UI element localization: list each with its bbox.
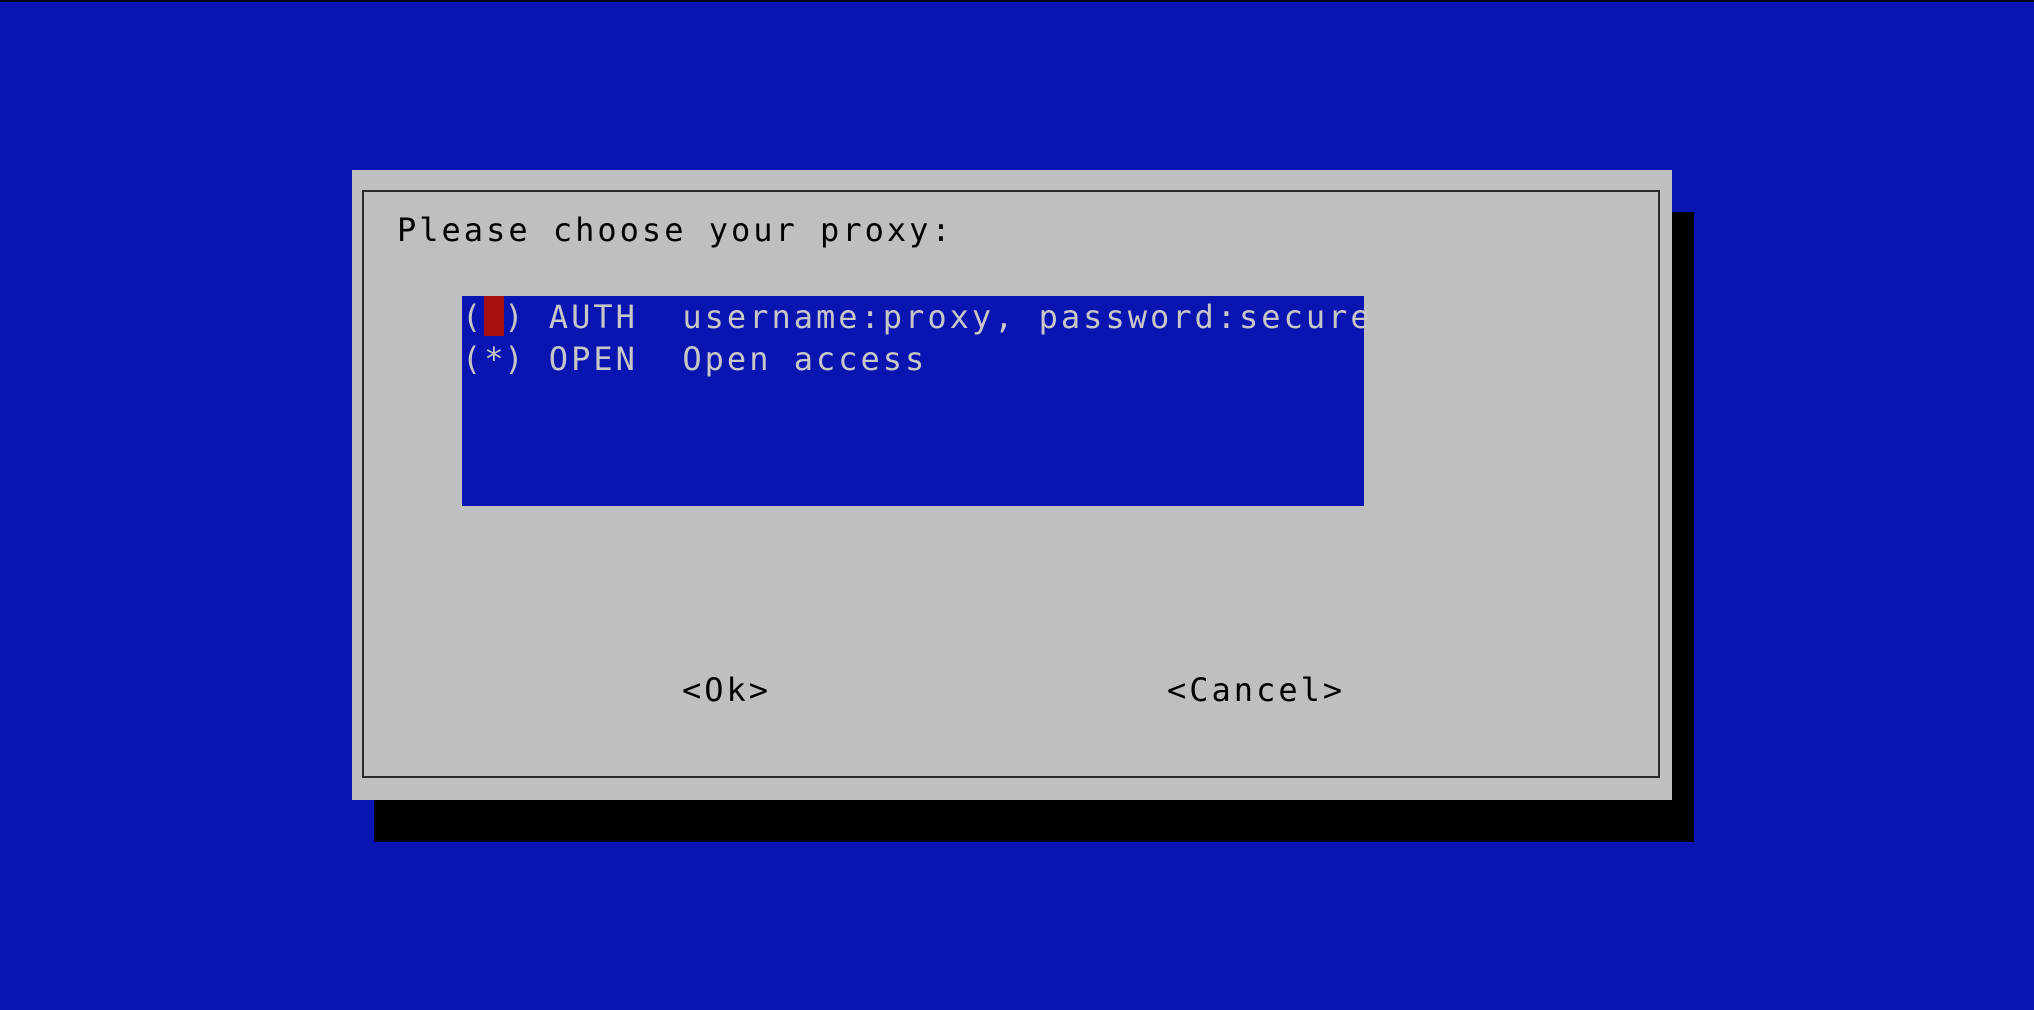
proxy-radio-list[interactable]: ( ) AUTH username:proxy, password:secure…	[462, 296, 1370, 506]
radio-option-auth[interactable]: ( ) AUTH username:proxy, password:secure	[462, 296, 1373, 338]
radio-button-open[interactable]: (*)	[462, 338, 527, 380]
ok-button[interactable]: <Ok>	[682, 674, 771, 706]
radio-selected-mark: *	[484, 340, 507, 378]
dialog-prompt: Please choose your proxy:	[397, 211, 954, 249]
option-tag-open: OPEN	[548, 340, 638, 378]
option-description-open: Open access	[682, 340, 928, 378]
radio-cursor	[484, 296, 505, 336]
option-description-auth: username:proxy, password:secure	[682, 298, 1373, 336]
radiolist-dialog: Please choose your proxy: ( ) AUTH usern…	[352, 170, 1672, 800]
radio-button-auth[interactable]: ( )	[462, 296, 527, 338]
cancel-button[interactable]: <Cancel>	[1167, 674, 1345, 706]
radio-option-open[interactable]: (*) OPEN Open access	[462, 338, 927, 380]
screen-top-border	[0, 0, 2034, 2]
option-tag-auth: AUTH	[548, 298, 638, 336]
